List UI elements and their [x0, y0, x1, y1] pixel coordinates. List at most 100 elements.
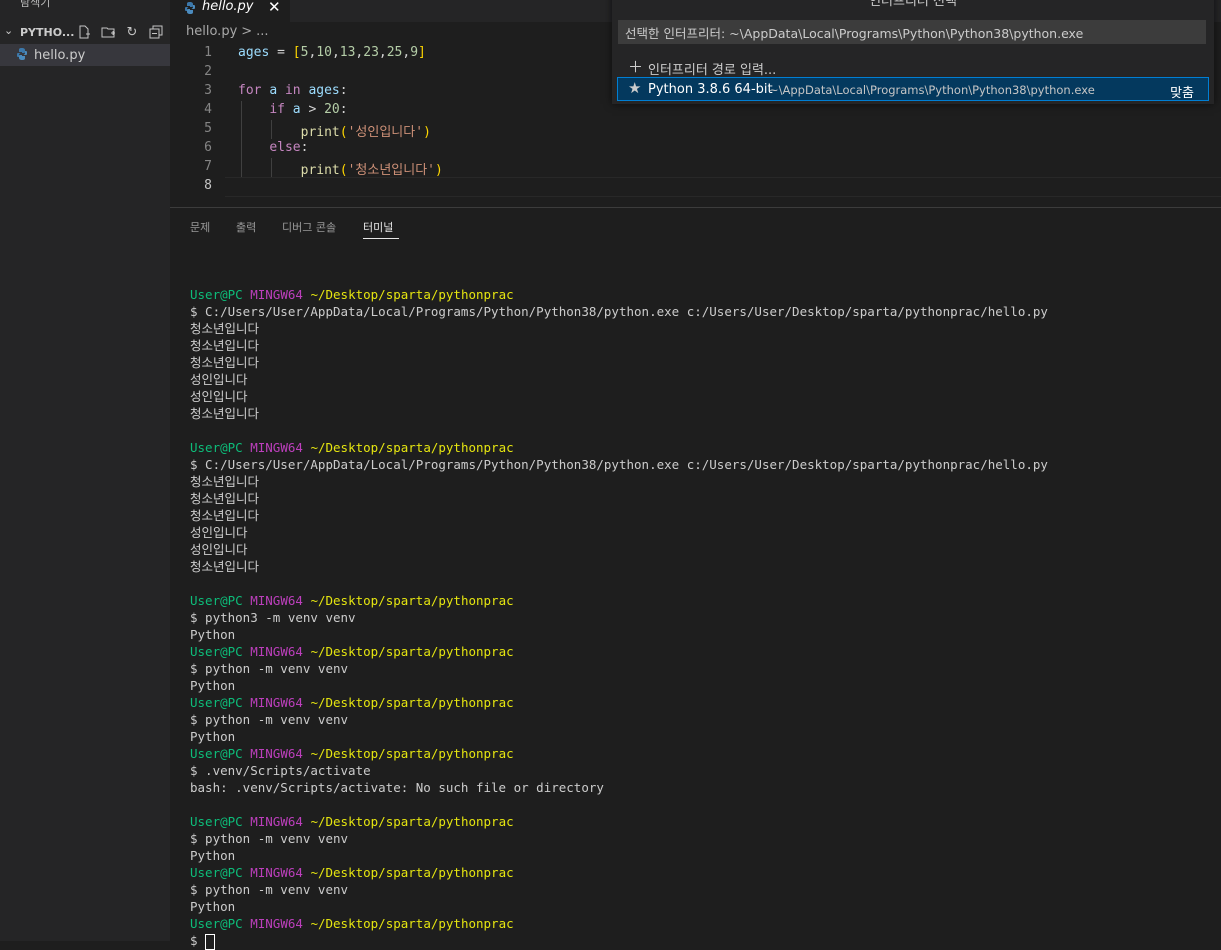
- terminal-prompt-line: User@PC MINGW64 ~/Desktop/sparta/pythonp…: [190, 813, 1200, 830]
- chevron-down-icon[interactable]: ⌄: [4, 24, 13, 37]
- terminal-cursor[interactable]: [205, 933, 216, 950]
- terminal-line: $ .venv/Scripts/activate: [190, 763, 371, 778]
- workspace-section-header[interactable]: ⌄ PYTHO... ↻: [0, 23, 170, 43]
- code-line: if a > 20:: [269, 102, 348, 117]
- terminal-user: User@PC: [190, 814, 243, 829]
- code-line: print('청소년입니다'): [300, 163, 443, 178]
- line-number: 6: [204, 140, 212, 155]
- code-line: for a in ages:: [238, 83, 348, 98]
- terminal-line: 청소년입니다: [190, 321, 260, 336]
- terminal-host: MINGW64: [250, 287, 303, 302]
- tab-hello-py[interactable]: hello.py ✕: [170, 0, 290, 22]
- line-number: 5: [204, 121, 212, 136]
- terminal-prompt-line: User@PC MINGW64 ~/Desktop/sparta/pythonp…: [190, 439, 1200, 456]
- terminal-path: ~/Desktop/sparta/pythonprac: [310, 593, 514, 608]
- terminal-line: Python: [190, 729, 236, 744]
- terminal-path: ~/Desktop/sparta/pythonprac: [310, 287, 514, 302]
- explorer-title: 탐색기: [20, 0, 51, 9]
- terminal-line: Python: [190, 899, 236, 914]
- tab-output[interactable]: 출력: [236, 219, 256, 235]
- terminal-line: 청소년입니다: [190, 508, 260, 523]
- terminal-path: ~/Desktop/sparta/pythonprac: [310, 440, 514, 455]
- enter-interpreter-path-item[interactable]: ＋ 인터프리터 경로 입력...: [618, 55, 1208, 78]
- plus-icon: ＋: [628, 58, 644, 76]
- tab-terminal[interactable]: 터미널: [363, 219, 393, 235]
- terminal-host: MINGW64: [250, 644, 303, 659]
- terminal-prompt-line: User@PC MINGW64 ~/Desktop/sparta/pythonp…: [190, 592, 1200, 609]
- collapse-all-icon[interactable]: [148, 25, 164, 41]
- code-line: ages = [5,10,13,23,25,9]: [238, 45, 426, 60]
- item-description: ~\AppData\Local\Programs\Python\Python38…: [769, 83, 1095, 97]
- terminal-path: ~/Desktop/sparta/pythonprac: [310, 695, 514, 710]
- terminal-host: MINGW64: [250, 865, 303, 880]
- terminal-line: Python: [190, 627, 236, 642]
- refresh-icon[interactable]: ↻: [1190, 0, 1201, 4]
- line-number: 8: [204, 178, 212, 193]
- terminal-host: MINGW64: [250, 695, 303, 710]
- python-interpreter-item[interactable]: ★ Python 3.8.6 64-bit ~\AppData\Local\Pr…: [617, 77, 1209, 101]
- interpreter-quick-pick: 인터프리터 선택 ↻ ＋ 인터프리터 경로 입력... ★ Python 3.8…: [612, 0, 1214, 104]
- terminal-prompt-line: User@PC MINGW64 ~/Desktop/sparta/pythonp…: [190, 745, 1200, 762]
- terminal-line: $ python -m venv venv: [190, 712, 349, 727]
- bottom-panel: 문제 출력 디버그 콘솔 터미널 User@PC MINGW64 ~/Deskt…: [170, 207, 1221, 950]
- star-icon: ★: [628, 79, 642, 97]
- code-line: print('성인입니다'): [300, 125, 431, 140]
- terminal-line: 청소년입니다: [190, 355, 260, 370]
- terminal-line: $ python -m venv venv: [190, 831, 349, 846]
- terminal-user: User@PC: [190, 695, 243, 710]
- interpreter-search-input[interactable]: [618, 20, 1206, 44]
- file-name: hello.py: [34, 48, 86, 63]
- refresh-icon[interactable]: ↻: [124, 25, 140, 41]
- breadcrumb-file[interactable]: hello.py: [186, 24, 237, 39]
- breadcrumb-symbols[interactable]: ...: [256, 24, 268, 39]
- workspace-name: PYTHO...: [20, 26, 75, 39]
- quick-pick-title: 인터프리터 선택: [869, 0, 957, 9]
- terminal-line: bash: .venv/Scripts/activate: No such fi…: [190, 780, 604, 795]
- terminal-line: 성인입니다: [190, 542, 248, 557]
- tab-debug-console[interactable]: 디버그 콘솔: [282, 219, 336, 235]
- terminal-host: MINGW64: [250, 440, 303, 455]
- terminal-prompt-line: User@PC MINGW64 ~/Desktop/sparta/pythonp…: [190, 643, 1200, 660]
- terminal-user: User@PC: [190, 644, 243, 659]
- active-tab-indicator: [363, 238, 399, 239]
- line-number: 3: [204, 83, 212, 98]
- terminal-line: 성인입니다: [190, 372, 248, 387]
- breadcrumb: hello.py >...: [186, 24, 273, 42]
- line-number: 2: [204, 64, 212, 79]
- terminal-prompt-line: User@PC MINGW64 ~/Desktop/sparta/pythonp…: [190, 286, 1200, 303]
- line-number: 4: [204, 102, 212, 117]
- more-actions-icon[interactable]: ···: [140, 0, 156, 8]
- line-number: 1: [204, 45, 212, 60]
- terminal-host: MINGW64: [250, 814, 303, 829]
- code-line: else:: [269, 140, 309, 155]
- terminal-line: 성인입니다: [190, 389, 248, 404]
- terminal-line: 청소년입니다: [190, 474, 260, 489]
- terminal-line: 청소년입니다: [190, 559, 260, 574]
- new-file-icon[interactable]: [76, 25, 92, 41]
- terminal-line: $ C:/Users/User/AppData/Local/Programs/P…: [190, 457, 1048, 472]
- python-file-icon: [16, 47, 28, 65]
- tab-label: hello.py: [202, 0, 254, 14]
- terminal-line: 청소년입니다: [190, 406, 260, 421]
- terminal-output[interactable]: User@PC MINGW64 ~/Desktop/sparta/pythonp…: [190, 269, 1200, 950]
- terminal-host: MINGW64: [250, 593, 303, 608]
- tab-problems[interactable]: 문제: [190, 219, 210, 235]
- line-number: 7: [204, 159, 212, 174]
- file-item-hello-py[interactable]: hello.py: [0, 44, 170, 66]
- terminal-line: 성인입니다: [190, 525, 248, 540]
- close-tab-icon[interactable]: ✕: [268, 0, 281, 16]
- terminal-line: $ python3 -m venv venv: [190, 610, 356, 625]
- terminal-user: User@PC: [190, 287, 243, 302]
- terminal-user: User@PC: [190, 746, 243, 761]
- terminal-line: 청소년입니다: [190, 338, 260, 353]
- terminal-path: ~/Desktop/sparta/pythonprac: [310, 865, 514, 880]
- terminal-line: $ C:/Users/User/AppData/Local/Programs/P…: [190, 304, 1048, 319]
- terminal-line: Python: [190, 848, 236, 863]
- terminal-line: 청소년입니다: [190, 491, 260, 506]
- terminal-line: $ python -m venv venv: [190, 882, 349, 897]
- new-folder-icon[interactable]: [100, 25, 116, 41]
- terminal-user: User@PC: [190, 916, 243, 931]
